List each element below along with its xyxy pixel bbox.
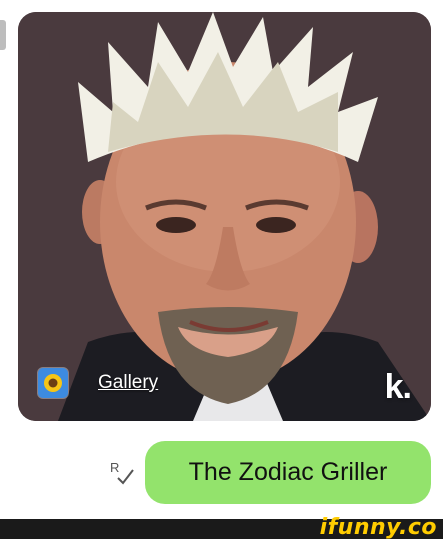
shared-image-card[interactable]: Gallery k. [18, 12, 431, 421]
message-text: The Zodiac Griller [188, 458, 388, 486]
read-receipt-icon: R [110, 460, 134, 485]
watermark-bar: ifunny.co [0, 515, 443, 540]
ifunny-watermark: ifunny.co [319, 515, 437, 540]
adjacent-element-edge [0, 20, 6, 50]
portrait-photo [18, 12, 431, 421]
gallery-link[interactable]: Gallery [98, 372, 158, 394]
kik-logo: k. [384, 368, 412, 406]
gallery-attribution[interactable]: Gallery [38, 368, 158, 398]
sunflower-icon [38, 368, 68, 398]
message-bubble[interactable]: The Zodiac Griller [145, 441, 431, 504]
svg-text:R: R [110, 460, 119, 475]
